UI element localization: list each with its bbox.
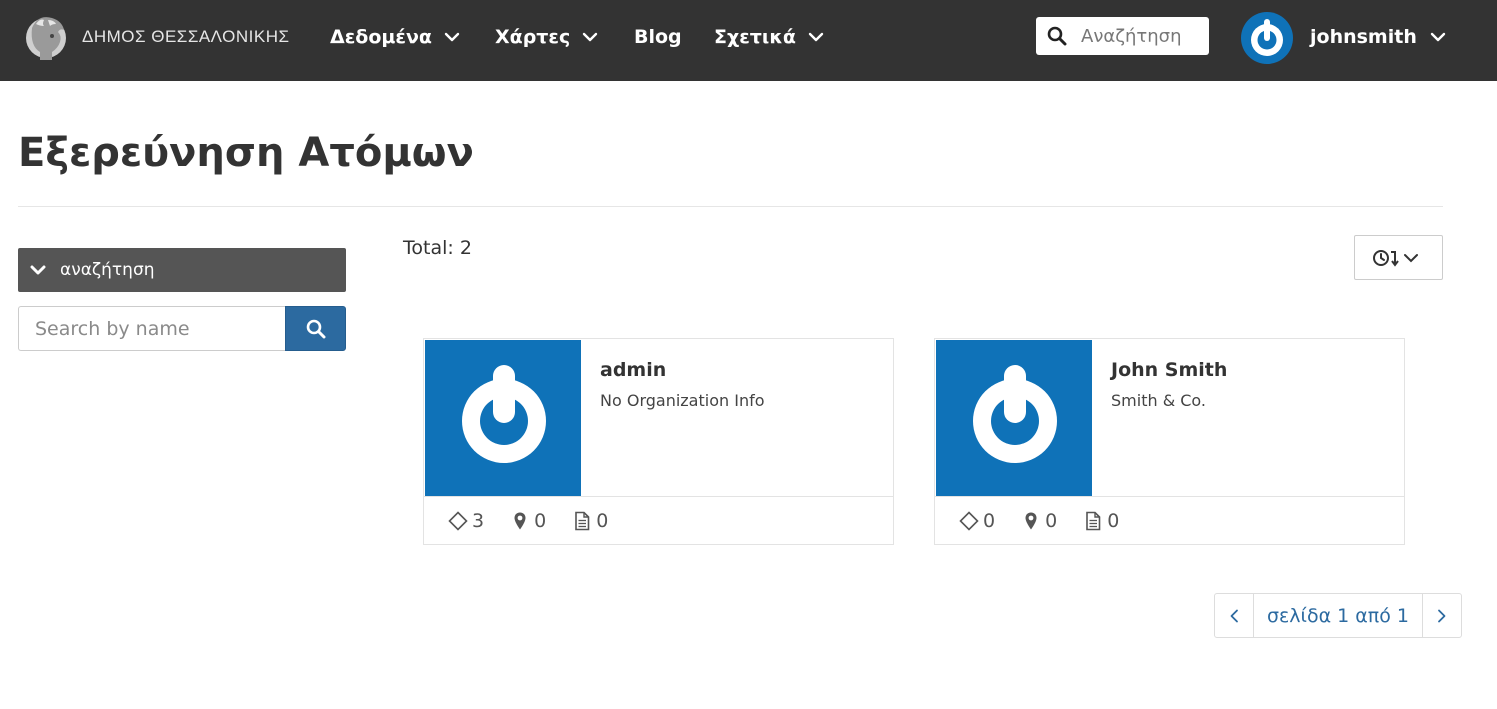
person-name[interactable]: admin: [600, 359, 666, 381]
person-organization: No Organization Info: [600, 391, 765, 410]
power-avatar-icon: [462, 365, 546, 463]
page-title: Εξερεύνηση Ατόμων: [18, 130, 474, 176]
map-count: 0: [510, 510, 546, 532]
person-avatar[interactable]: [425, 340, 581, 496]
user-avatar[interactable]: [1240, 11, 1294, 65]
nav-item-label: Δεδομένα: [330, 26, 432, 48]
brand-text: ΔΗΜΟΣ ΘΕΣΣΑΛΟΝΙΚΗΣ: [82, 27, 290, 46]
sort-dropdown-button[interactable]: [1354, 235, 1443, 280]
title-divider: [18, 206, 1443, 207]
diamond-icon: [959, 511, 979, 531]
document-count-value: 0: [596, 510, 609, 532]
map-count: 0: [1021, 510, 1057, 532]
nav-item-data[interactable]: Δεδομένα: [330, 22, 460, 52]
person-card[interactable]: admin No Organization Info 3 0 0: [423, 338, 894, 545]
document-count: 0: [572, 510, 608, 532]
chevron-down-icon: [30, 265, 46, 275]
chevron-down-icon: [808, 32, 824, 42]
page-indicator: σελίδα 1 από 1: [1253, 594, 1423, 637]
next-page-button[interactable]: [1423, 594, 1461, 637]
pagination: σελίδα 1 από 1: [1214, 593, 1462, 638]
alexander-head-logo-icon: [26, 17, 66, 60]
search-icon: [306, 319, 325, 338]
resource-count: 3: [448, 510, 484, 532]
clock-sort-icon: [1372, 249, 1418, 267]
person-avatar[interactable]: [936, 340, 1092, 496]
nav-item-label: Σχετικά: [714, 26, 796, 48]
document-count: 0: [1083, 510, 1119, 532]
diamond-icon: [448, 511, 468, 531]
card-divider: [935, 496, 1404, 497]
map-count-value: 0: [534, 510, 547, 532]
map-marker-icon: [1025, 512, 1037, 530]
name-search-button[interactable]: [285, 306, 346, 351]
resource-count-value: 0: [983, 510, 996, 532]
document-icon: [575, 511, 590, 531]
resource-count: 0: [959, 510, 995, 532]
header-search[interactable]: [1036, 17, 1209, 55]
chevron-down-icon: [444, 32, 460, 42]
person-stats: 0 0 0: [959, 509, 1145, 533]
card-divider: [424, 496, 893, 497]
nav-item-maps[interactable]: Χάρτες: [495, 22, 598, 52]
results-total: Total: 2: [403, 237, 472, 259]
username-label: johnsmith: [1310, 26, 1417, 48]
prev-page-button[interactable]: [1215, 594, 1253, 637]
nav-item-about[interactable]: Σχετικά: [714, 22, 824, 52]
top-navbar: ΔΗΜΟΣ ΘΕΣΣΑΛΟΝΙΚΗΣ Δεδομένα Χάρτες Blog …: [0, 0, 1497, 81]
document-count-value: 0: [1107, 510, 1120, 532]
name-search-input[interactable]: [18, 306, 285, 351]
chevron-left-icon: [1230, 609, 1238, 622]
chevron-down-icon: [1430, 32, 1446, 42]
person-stats: 3 0 0: [448, 509, 634, 533]
person-card[interactable]: John Smith Smith & Co. 0 0 0: [934, 338, 1405, 545]
nav-item-label: Χάρτες: [495, 26, 571, 48]
user-menu[interactable]: johnsmith: [1310, 22, 1446, 52]
search-filter-toggle[interactable]: αναζήτηση: [18, 248, 346, 292]
chevron-right-icon: [1438, 609, 1446, 622]
person-organization: Smith & Co.: [1111, 391, 1207, 410]
name-search-group: [18, 306, 346, 351]
nav-item-label: Blog: [634, 26, 682, 48]
chevron-down-icon: [583, 32, 598, 42]
header-search-input[interactable]: [1081, 25, 1201, 47]
map-count-value: 0: [1045, 510, 1058, 532]
person-name[interactable]: John Smith: [1111, 359, 1227, 381]
brand-logo[interactable]: ΔΗΜΟΣ ΘΕΣΣΑΛΟΝΙΚΗΣ: [22, 10, 290, 64]
nav-item-blog[interactable]: Blog: [634, 22, 682, 52]
resource-count-value: 3: [472, 510, 485, 532]
power-avatar-icon: [973, 365, 1057, 463]
filter-label: αναζήτηση: [60, 260, 155, 280]
map-marker-icon: [514, 512, 526, 530]
document-icon: [1086, 511, 1101, 531]
search-icon: [1047, 26, 1067, 46]
